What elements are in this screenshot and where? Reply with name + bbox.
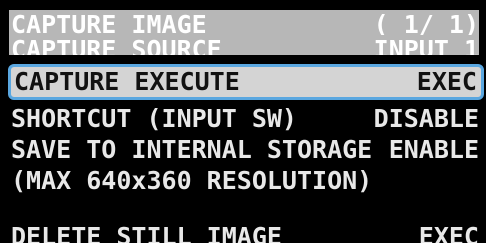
delete-still-image-value: EXEC	[418, 222, 479, 243]
menu-item-capture-execute[interactable]: CAPTURE EXECUTE EXEC	[8, 64, 484, 100]
save-storage-label: SAVE TO INTERNAL STORAGE	[11, 135, 373, 164]
menu-item-shortcut-input-sw[interactable]: SHORTCUT (INPUT SW) DISABLE	[9, 104, 479, 134]
capture-source-label: CAPTURE SOURCE	[11, 35, 222, 55]
capture-execute-label: CAPTURE EXECUTE	[14, 67, 240, 96]
shortcut-value: DISABLE	[373, 104, 479, 133]
capture-source-value: INPUT 1	[373, 35, 479, 55]
capture-execute-value: EXEC	[416, 67, 477, 96]
resolution-note-label: (MAX 640x360 RESOLUTION)	[11, 166, 373, 195]
menu-item-capture-source[interactable]: CAPTURE SOURCE INPUT 1	[9, 35, 479, 55]
save-storage-value: ENABLE	[388, 135, 479, 164]
resolution-note: (MAX 640x360 RESOLUTION)	[9, 166, 479, 196]
menu-item-delete-still-image[interactable]: DELETE STILL IMAGE EXEC	[9, 222, 479, 243]
shortcut-label: SHORTCUT (INPUT SW)	[11, 104, 297, 133]
delete-still-image-label: DELETE STILL IMAGE	[11, 222, 282, 243]
menu-item-save-to-internal-storage[interactable]: SAVE TO INTERNAL STORAGE ENABLE	[9, 135, 479, 165]
menu-screen: CAPTURE IMAGE ( 1/ 1) CAPTURE SOURCE INP…	[0, 0, 486, 243]
